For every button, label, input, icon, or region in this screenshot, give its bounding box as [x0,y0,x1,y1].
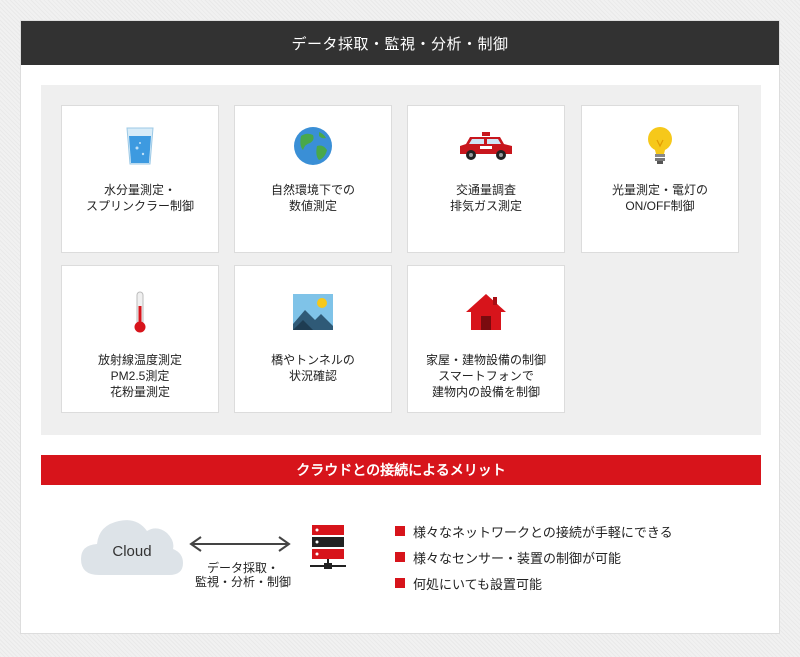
use-case-card-water: 水分量測定・ スプリンクラー制御 [61,105,219,253]
light-bulb-icon [582,124,738,168]
cloud-icon: Cloud [79,511,185,577]
water-glass-icon [62,124,218,168]
use-case-card-building: 家屋・建物設備の制御 スマートフォンで 建物内の設備を制御 [407,265,565,413]
section-title: データ採取・監視・分析・制御 [291,35,509,53]
benefit-list: 様々なネットワークとの接続が手軽にできる 様々なセンサー・装置の制御が可能 何処… [395,518,673,596]
bullet-square-icon [395,526,405,536]
merit-header: クラウドとの接続によるメリット [41,455,761,485]
bidirectional-arrow-icon [189,536,291,552]
server-network-icon [310,525,346,569]
globe-icon [235,124,391,168]
cloud-label: Cloud [112,543,152,560]
bullet-square-icon [395,552,405,562]
use-case-card-traffic: 交通量調査 排気ガス測定 [407,105,565,253]
use-case-card-light: 光量測定・電灯の ON/OFF制御 [581,105,739,253]
use-case-label: 橋やトンネルの 状況確認 [271,353,355,383]
use-case-label: 放射線温度測定 PM2.5測定 花粉量測定 [97,353,182,399]
bullet-square-icon [395,578,405,588]
list-item: 何処にいても設置可能 [395,570,673,596]
data-flow-label: データ採取・ 監視・分析・制御 [194,561,291,589]
use-case-label: 水分量測定・ スプリンクラー制御 [85,183,194,213]
house-icon [408,290,564,334]
landscape-picture-icon [235,290,391,334]
list-item: 様々なセンサー・装置の制御が可能 [395,544,673,570]
use-case-card-infrastructure: 橋やトンネルの 状況確認 [234,265,392,413]
use-case-label: 光量測定・電灯の ON/OFF制御 [611,183,708,213]
thermometer-icon [62,290,218,334]
main-panel: データ採取・監視・分析・制御 水分量測定・ スプリンクラー制御 自然環境下での … [20,20,780,634]
use-case-card-environment: 自然環境下での 数値測定 [234,105,392,253]
use-case-label: 自然環境下での 数値測定 [270,183,355,213]
use-case-card-temperature: 放射線温度測定 PM2.5測定 花粉量測定 [61,265,219,413]
merit-title: クラウドとの接続によるメリット [296,462,506,478]
use-case-label: 交通量調査 排気ガス測定 [449,183,522,213]
list-item: 様々なネットワークとの接続が手軽にできる [395,518,673,544]
use-case-label: 家屋・建物設備の制御 スマートフォンで 建物内の設備を制御 [425,353,546,399]
use-case-grid: 水分量測定・ スプリンクラー制御 自然環境下での 数値測定 交通量調査 排気ガス… [41,85,761,435]
section-header: データ採取・監視・分析・制御 [21,21,779,65]
car-icon [408,124,564,168]
